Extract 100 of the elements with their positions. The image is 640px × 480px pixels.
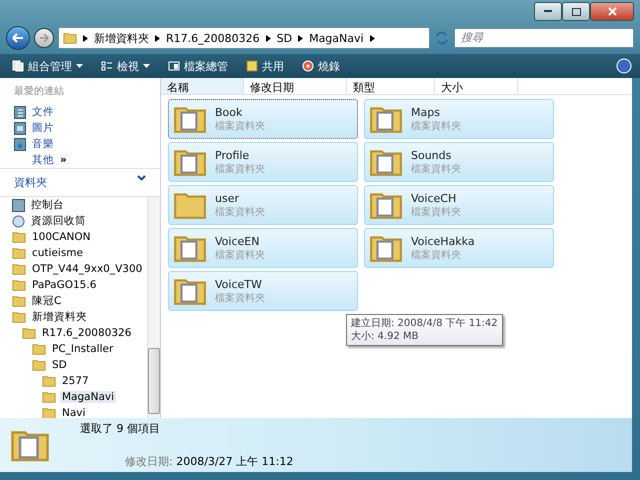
- toolbar-button[interactable]: 燒錄: [298, 56, 344, 76]
- folder-tree-item[interactable]: 陳冠C: [30, 294, 64, 308]
- folder-tile[interactable]: Maps 檔案資料夾: [364, 99, 554, 139]
- folder-tile[interactable]: VoiceEN 檔案資料夾: [168, 228, 358, 268]
- breadcrumb[interactable]: SD: [276, 32, 292, 44]
- folder-icon: [22, 326, 36, 340]
- folder-tree-item[interactable]: 2577: [60, 375, 91, 387]
- caret-icon: [76, 64, 83, 68]
- folder-type: 檔案資料夾: [215, 292, 265, 304]
- folder-tile[interactable]: VoiceHakka 檔案資料夾: [364, 228, 554, 268]
- forward-button[interactable]: [34, 28, 54, 48]
- folder-name: VoiceCH: [411, 192, 458, 204]
- folder-tree-item[interactable]: SD: [50, 359, 69, 371]
- selection-summary: 選取了 9 個項目: [80, 421, 161, 436]
- folder-icon: [63, 31, 77, 45]
- address-bar[interactable]: 新增資料夾 R17.6_20080326 SD MagaNavi: [58, 27, 430, 49]
- folder-name: VoiceEN: [215, 234, 260, 248]
- folder-tree-item[interactable]: Navi: [60, 407, 88, 418]
- folder-tree-item[interactable]: 控制台: [29, 198, 66, 212]
- breadcrumb[interactable]: MagaNavi: [309, 32, 364, 44]
- scrollbar[interactable]: [147, 197, 160, 418]
- folder-type: 檔案資料夾: [215, 248, 265, 262]
- folder-type: 檔案資料夾: [411, 162, 461, 176]
- chevron-icon: [155, 34, 160, 42]
- close-icon: [608, 7, 616, 16]
- folder-type: 檔案資料夾: [411, 120, 461, 132]
- folder-name: user: [215, 192, 240, 204]
- favorite-link[interactable]: 其他: [32, 153, 54, 167]
- folder-icon: [32, 358, 46, 372]
- folder-name: Maps: [411, 106, 441, 118]
- folder-tree-item[interactable]: cutieisme: [30, 247, 85, 259]
- folder-icon: [12, 246, 26, 260]
- chevron-icon: [370, 34, 375, 42]
- folder-name: Profile: [215, 148, 250, 162]
- folder-icon: [12, 230, 26, 244]
- modified-date: 修改日期: 2008/3/27 上午 11:12: [124, 454, 294, 469]
- folder-tile[interactable]: VoiceCH 檔案資料夾: [364, 185, 554, 225]
- column-header[interactable]: 大小: [435, 78, 518, 94]
- folder-name: VoiceTW: [215, 278, 263, 290]
- tooltip: 建立日期: 2008/4/8 下午 11:42 大小: 4.92 MB: [346, 314, 503, 346]
- toolbar-button[interactable]: 檔案總管: [164, 56, 232, 76]
- folder-tree-item[interactable]: OTP_V44_9xx0_V300: [30, 263, 144, 275]
- minimize-button[interactable]: [534, 2, 562, 21]
- folder-icon: [32, 342, 46, 356]
- folder-tree-item[interactable]: 新增資料夾: [30, 310, 89, 324]
- folder-name: VoiceHakka: [411, 234, 475, 248]
- folder-tree-item[interactable]: 100CANON: [30, 231, 93, 243]
- views-icon: [101, 60, 113, 72]
- folder-icon: [42, 390, 56, 404]
- breadcrumb[interactable]: 新增資料夾: [94, 30, 149, 46]
- folder-name: Book: [215, 106, 244, 118]
- folder-tree-item[interactable]: MagaNavi: [60, 391, 116, 403]
- favorite-link[interactable]: 文件: [32, 105, 54, 119]
- maximize-icon: [572, 8, 580, 16]
- breadcrumb[interactable]: R17.6_20080326: [166, 32, 260, 44]
- chevron-icon: [298, 34, 304, 42]
- favorite-link[interactable]: 圖片: [32, 121, 54, 135]
- column-header[interactable]: 修改日期: [244, 78, 347, 94]
- arrow-right-icon: [39, 34, 49, 42]
- chevron-icon[interactable]: [137, 175, 146, 181]
- favorite-link[interactable]: 音樂: [32, 137, 54, 151]
- window-icon: [168, 60, 180, 72]
- music-icon: [14, 138, 26, 150]
- folder-tile[interactable]: Sounds 檔案資料夾: [364, 142, 554, 182]
- folder-icon: [12, 294, 26, 308]
- maximize-button[interactable]: [562, 2, 590, 21]
- minimize-icon: [544, 10, 552, 13]
- folder-tree-item[interactable]: PC_Installer: [50, 343, 116, 355]
- folder-icon: [12, 262, 26, 276]
- back-button[interactable]: [6, 26, 30, 50]
- column-header[interactable]: 類型: [347, 78, 435, 94]
- favorites-heading: 最愛的連結: [13, 84, 65, 99]
- document-icon: [14, 106, 26, 118]
- close-button[interactable]: [590, 2, 634, 21]
- folder-type: 檔案資料夾: [411, 206, 461, 218]
- folder-icon: [42, 374, 56, 388]
- search-field[interactable]: 搜尋: [454, 28, 634, 48]
- folder-type: 檔案資料夾: [215, 206, 265, 218]
- folder-tile[interactable]: VoiceTW 檔案資料夾: [168, 271, 358, 311]
- folder-tile[interactable]: Book 檔案資料夾: [168, 99, 358, 139]
- folder-tile[interactable]: Profile 檔案資料夾: [168, 142, 358, 182]
- chevron-icon: [266, 34, 271, 42]
- arrow-left-icon: [12, 33, 24, 43]
- folder-icon: [12, 310, 26, 324]
- folder-tree-item[interactable]: R17.6_20080326: [40, 327, 134, 339]
- folder-tree-item[interactable]: 資源回收筒: [29, 214, 88, 228]
- folder-tree-item[interactable]: PaPaGO15.6: [30, 279, 98, 291]
- toolbar-button[interactable]: 檢視: [97, 56, 154, 76]
- chevron-icon: [83, 34, 88, 42]
- toolbar-button[interactable]: 共用: [242, 56, 288, 76]
- disc-icon: [302, 60, 314, 72]
- folders-heading[interactable]: 資料夾: [14, 175, 47, 190]
- folder-tile[interactable]: user 檔案資料夾: [168, 185, 358, 225]
- folder-type: 檔案資料夾: [215, 120, 265, 132]
- caret-icon: [143, 64, 150, 68]
- toolbar-button[interactable]: 組合管理: [8, 56, 87, 76]
- column-header[interactable]: 名稱: [161, 78, 244, 94]
- picture-icon: [14, 122, 26, 134]
- folder-type: 檔案資料夾: [215, 162, 265, 176]
- folder-type: 檔案資料夾: [411, 248, 462, 262]
